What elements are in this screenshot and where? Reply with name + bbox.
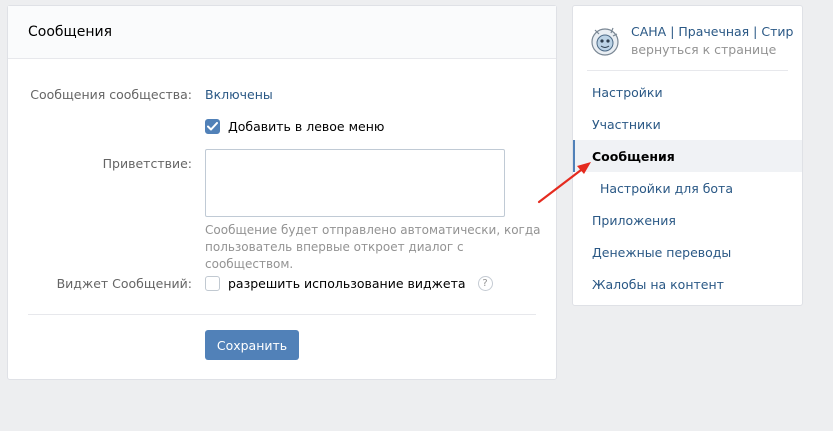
- sidebar-item-members[interactable]: Участники: [573, 108, 802, 140]
- sidebar-item-content-reports[interactable]: Жалобы на контент: [573, 268, 802, 300]
- panel-header: Сообщения: [8, 6, 556, 59]
- divider: [28, 314, 536, 315]
- add-left-menu-label: Добавить в левое меню: [228, 119, 385, 134]
- annotation-arrow-icon: [537, 162, 591, 204]
- community-messages-toggle[interactable]: Включены: [205, 87, 273, 102]
- greeting-hint-line2: пользователь впервые откроет диалог с со…: [205, 240, 464, 271]
- help-icon[interactable]: ?: [477, 276, 493, 291]
- community-header[interactable]: САНА | Прачечная | Стир вернуться к стра…: [587, 18, 793, 66]
- sidebar-item-bot-settings[interactable]: Настройки для бота: [573, 172, 802, 204]
- sidebar-item-money-transfers[interactable]: Денежные переводы: [573, 236, 802, 268]
- sidebar-item-settings[interactable]: Настройки: [573, 76, 802, 108]
- add-left-menu-option[interactable]: Добавить в левое меню: [205, 119, 384, 134]
- community-messages-label: Сообщения сообщества:: [30, 87, 192, 102]
- widget-label: Виджет Сообщений:: [56, 276, 192, 291]
- sidebar-divider: [587, 70, 788, 71]
- community-avatar: [591, 27, 619, 56]
- greeting-textarea[interactable]: [205, 149, 505, 217]
- sidebar-item-apps[interactable]: Приложения: [573, 204, 802, 236]
- greeting-label: Приветствие:: [102, 156, 192, 171]
- save-button[interactable]: Сохранить: [205, 330, 299, 360]
- greeting-hint: Сообщение будет отправлено автоматически…: [205, 222, 545, 273]
- widget-checkbox[interactable]: [205, 276, 220, 291]
- add-left-menu-checkbox[interactable]: [205, 119, 220, 134]
- back-to-page-link[interactable]: вернуться к странице: [631, 42, 776, 57]
- checkmark-icon: [207, 122, 218, 131]
- messages-settings-panel: Сообщения Сообщения сообщества: Включены…: [7, 5, 557, 380]
- sidebar-item-messages[interactable]: Сообщения: [573, 140, 802, 172]
- widget-option[interactable]: разрешить использование виджета ?: [205, 276, 493, 291]
- greeting-hint-line1: Сообщение будет отправлено автоматически…: [205, 223, 541, 237]
- widget-checkbox-label: разрешить использование виджета: [228, 276, 466, 291]
- page-title: Сообщения: [28, 24, 113, 40]
- community-title[interactable]: САНА | Прачечная | Стир: [631, 24, 799, 39]
- settings-sidebar: САНА | Прачечная | Стир вернуться к стра…: [572, 5, 803, 306]
